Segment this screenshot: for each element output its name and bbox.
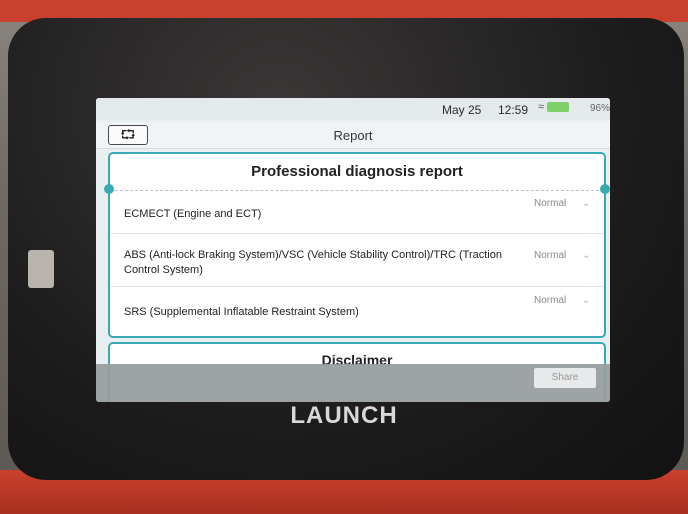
- status-icons: ≈: [538, 101, 570, 113]
- battery-icon: [547, 102, 570, 113]
- title-bar: ⮔ Report: [96, 122, 610, 149]
- brand-logo: LAUNCH: [290, 402, 398, 429]
- system-row-abs[interactable]: ABS (Anti-lock Braking System)/VSC (Vehi…: [110, 234, 604, 287]
- share-button[interactable]: Share: [534, 368, 596, 388]
- report-header: Professional diagnosis report: [110, 154, 604, 191]
- system-name: SRS (Supplemental Inflatable Restraint S…: [124, 306, 359, 318]
- bottom-action-bar: Share: [96, 364, 610, 402]
- device-screen: May 25 12:59 ≈ 96% ⮔ Report Professional…: [96, 98, 610, 402]
- status-time: 12:59: [498, 103, 529, 117]
- report-heading: Professional diagnosis report: [251, 163, 463, 180]
- report-card: Professional diagnosis report ECMECT (En…: [104, 152, 610, 338]
- system-status: Normal: [534, 198, 567, 209]
- chevron-down-icon[interactable]: ⌄: [582, 198, 590, 209]
- chevron-down-icon[interactable]: ⌄: [582, 295, 590, 306]
- system-row-ecm[interactable]: ECMECT (Engine and ECT) Normal ⌄: [110, 191, 604, 234]
- system-name: ABS (Anti-lock Braking System)/VSC (Vehi…: [124, 249, 502, 276]
- page-title: Report: [333, 128, 373, 143]
- system-row-srs[interactable]: SRS (Supplemental Inflatable Restraint S…: [110, 287, 604, 335]
- chevron-down-icon[interactable]: ⌄: [582, 250, 590, 261]
- status-date: May 25: [442, 103, 482, 117]
- wifi-icon: ≈: [538, 101, 545, 113]
- system-name: ECMECT (Engine and ECT): [124, 208, 262, 220]
- side-port: [28, 250, 54, 288]
- battery-level: 96%: [590, 103, 610, 114]
- system-status: Normal: [534, 250, 567, 261]
- status-bar: May 25 12:59 ≈ 96%: [96, 98, 610, 120]
- system-status: Normal: [534, 295, 567, 306]
